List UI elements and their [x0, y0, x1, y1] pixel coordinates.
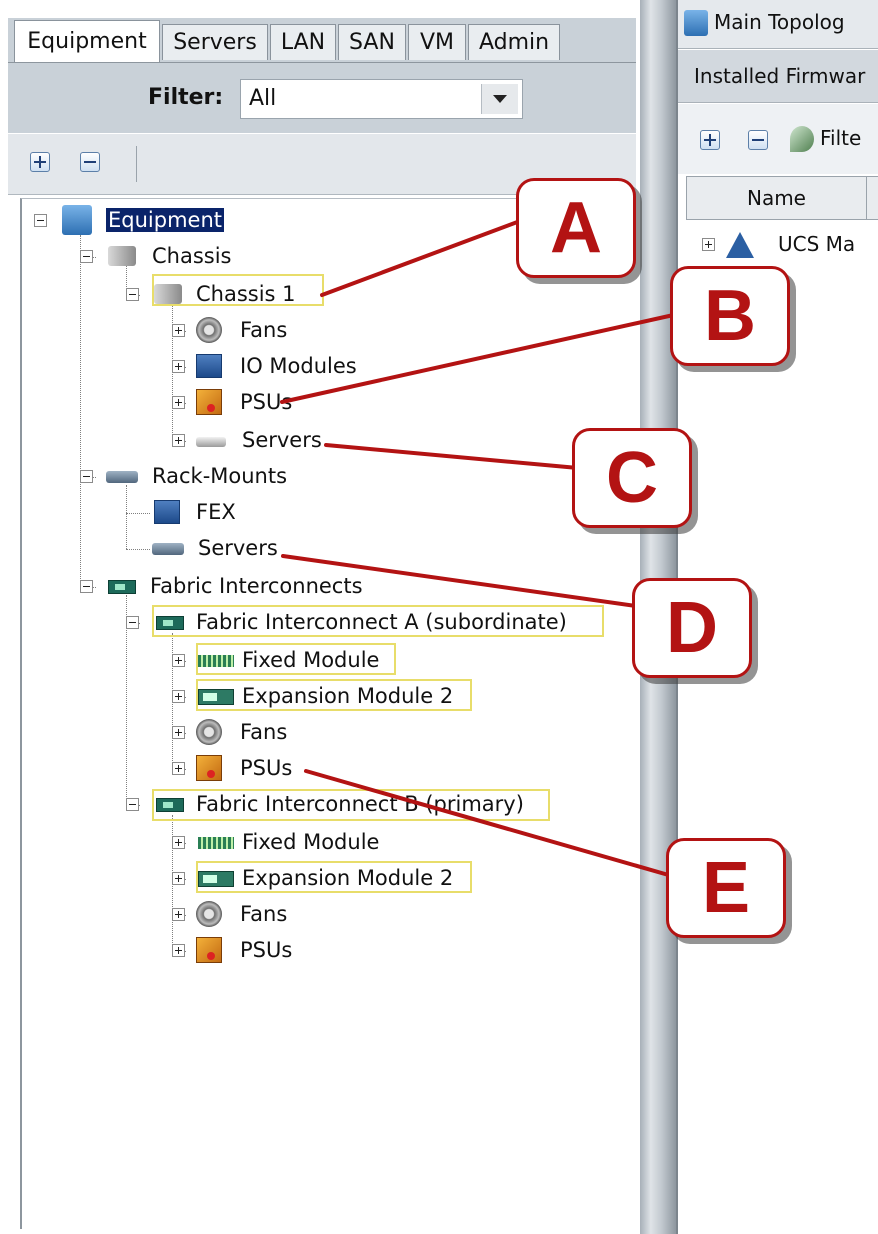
psu-icon: [196, 389, 222, 415]
collapse-toggle[interactable]: [34, 214, 47, 227]
tree-node-fi-b-psus[interactable]: PSUs: [192, 933, 292, 967]
psu-icon: [196, 755, 222, 781]
tab-admin[interactable]: Admin: [468, 24, 560, 60]
equipment-tree: Equipment Chassis Chassis 1 Fans IO Modu…: [20, 198, 634, 1229]
tree-node-fabric-interconnect-b[interactable]: Fabric Interconnect B (primary): [150, 787, 524, 821]
tree-node-fabric-interconnects[interactable]: Fabric Interconnects: [104, 569, 363, 603]
filter-label: Filter:: [148, 85, 224, 110]
tab-servers[interactable]: Servers: [162, 24, 268, 60]
fabric-interconnect-icon: [108, 580, 136, 594]
expand-toggle[interactable]: [172, 726, 185, 739]
collapse-toggle[interactable]: [126, 798, 139, 811]
tree-node-fi-a-expansion-module[interactable]: Expansion Module 2: [192, 679, 453, 713]
tab-san[interactable]: SAN: [338, 24, 406, 60]
tree-node-fi-b-fans[interactable]: Fans: [192, 897, 287, 931]
ucs-manager-icon: [726, 232, 754, 258]
tree-node-fi-a-fixed-module[interactable]: Fixed Module: [192, 643, 379, 677]
filter-bar: Filter: All: [8, 63, 636, 133]
expansion-module-icon: [198, 689, 234, 705]
expand-toggle[interactable]: [172, 908, 185, 921]
collapse-toggle[interactable]: [80, 580, 93, 593]
tree-node-rack-servers[interactable]: Servers: [150, 531, 278, 565]
fixed-module-icon: [198, 655, 234, 667]
tab-lan[interactable]: LAN: [270, 24, 336, 60]
tree-node-servers[interactable]: Servers: [192, 423, 322, 457]
tree-node-fi-a-psus[interactable]: PSUs: [192, 751, 292, 785]
tree-node-chassis[interactable]: Chassis: [104, 239, 232, 273]
tree-node-io-modules[interactable]: IO Modules: [192, 349, 357, 383]
expand-toggle[interactable]: [172, 872, 185, 885]
tree-node-fi-b-fixed-module[interactable]: Fixed Module: [192, 825, 379, 859]
tree-node-psus[interactable]: PSUs: [192, 385, 292, 419]
tree-node-fabric-interconnect-a[interactable]: Fabric Interconnect A (subordinate): [150, 605, 567, 639]
server-icon: [196, 437, 226, 447]
table-row[interactable]: UCS Ma: [778, 232, 855, 256]
filter-select[interactable]: All: [240, 79, 523, 119]
expand-toggle[interactable]: [172, 360, 185, 373]
filter-icon[interactable]: [790, 126, 814, 152]
collapse-all-button[interactable]: [80, 152, 100, 172]
tree-node-rack-mounts[interactable]: Rack-Mounts: [104, 459, 287, 493]
tree-node-fans[interactable]: Fans: [192, 313, 287, 347]
chevron-down-icon[interactable]: [481, 84, 518, 114]
equipment-icon: [62, 205, 92, 235]
callout-a: A: [516, 178, 636, 278]
collapse-toggle[interactable]: [80, 470, 93, 483]
expand-toggle[interactable]: [172, 434, 185, 447]
expand-toggle[interactable]: [172, 396, 185, 409]
fabric-interconnect-icon: [156, 616, 184, 630]
fabric-interconnect-icon: [156, 798, 184, 812]
filter-value: All: [249, 86, 277, 111]
content-subtab-bar: Installed Firmwar: [678, 50, 878, 103]
filter-button[interactable]: Filte: [820, 126, 861, 150]
topology-icon: [684, 10, 708, 36]
toolbar-separator: [136, 146, 137, 182]
callout-c: C: [572, 428, 692, 528]
tree-node-chassis-1[interactable]: Chassis 1: [150, 277, 296, 311]
fan-icon: [196, 317, 222, 343]
chassis-icon: [154, 284, 182, 304]
remove-button[interactable]: [748, 130, 768, 150]
chassis-icon: [108, 246, 136, 266]
tree-node-fex[interactable]: FEX: [150, 495, 236, 529]
expand-toggle[interactable]: [172, 690, 185, 703]
fan-icon: [196, 901, 222, 927]
column-header-name[interactable]: Name: [687, 177, 867, 219]
expansion-module-icon: [198, 871, 234, 887]
fex-icon: [154, 500, 180, 524]
content-toolbar: Filte: [678, 104, 878, 174]
content-tab-bar: Main Topolog: [678, 0, 878, 49]
expand-toggle[interactable]: [172, 944, 185, 957]
callout-d: D: [632, 578, 752, 678]
table-header: Name: [686, 176, 878, 220]
expand-toggle[interactable]: [172, 324, 185, 337]
tab-main-topology[interactable]: Main Topolog: [714, 10, 845, 34]
expand-toggle[interactable]: [172, 654, 185, 667]
rack-server-icon: [152, 543, 184, 555]
collapse-toggle[interactable]: [126, 288, 139, 301]
fixed-module-icon: [198, 837, 234, 849]
tab-equipment[interactable]: Equipment: [14, 20, 160, 62]
tree-node-fi-a-fans[interactable]: Fans: [192, 715, 287, 749]
expand-toggle[interactable]: [172, 836, 185, 849]
callout-b: B: [670, 266, 790, 366]
tab-installed-firmware[interactable]: Installed Firmwar: [694, 64, 865, 88]
rack-mount-icon: [106, 471, 138, 483]
collapse-toggle[interactable]: [126, 616, 139, 629]
add-button[interactable]: [700, 130, 720, 150]
nav-tab-bar: Equipment Servers LAN SAN VM Admin: [8, 18, 636, 63]
tree-node-fi-b-expansion-module[interactable]: Expansion Module 2: [192, 861, 453, 895]
tree-node-equipment[interactable]: Equipment: [58, 203, 224, 237]
psu-icon: [196, 937, 222, 963]
io-module-icon: [196, 354, 222, 378]
collapse-toggle[interactable]: [80, 250, 93, 263]
tab-vm[interactable]: VM: [408, 24, 466, 60]
expand-toggle[interactable]: [702, 238, 715, 251]
fan-icon: [196, 719, 222, 745]
expand-all-button[interactable]: [30, 152, 50, 172]
expand-toggle[interactable]: [172, 762, 185, 775]
callout-e: E: [666, 838, 786, 938]
